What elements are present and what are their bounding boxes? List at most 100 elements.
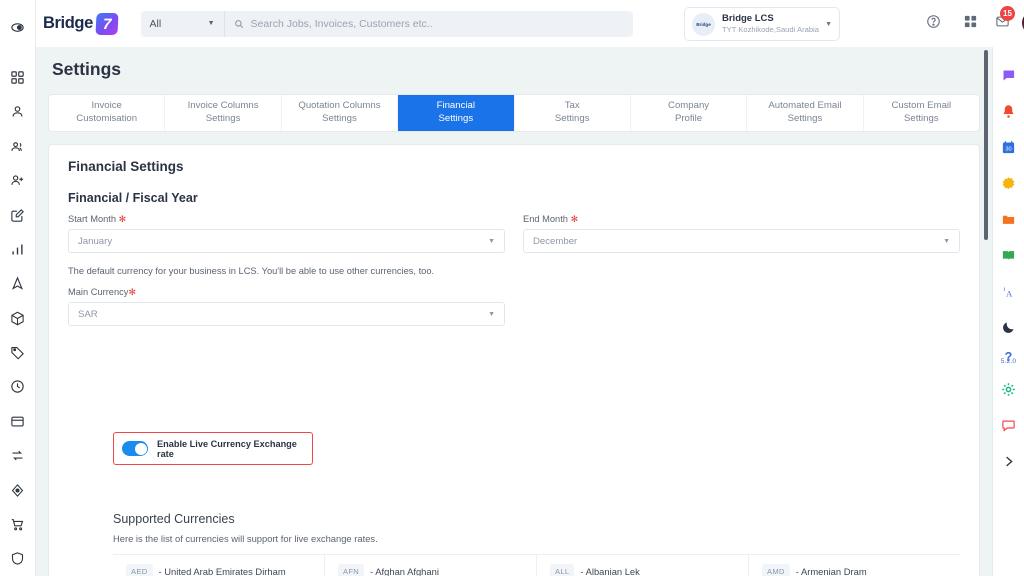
organization-text: Bridge LCS TYT Kozhikode,Saudi Arabia: [722, 13, 825, 35]
fiscal-year-fields: Start Month ✻ January ▼ End Month ✻ Dece…: [68, 214, 960, 253]
currency-name: - Albanian Lek: [580, 565, 640, 576]
card-icon[interactable]: [0, 404, 36, 438]
bar-chart-icon[interactable]: [0, 232, 36, 266]
currency-code: AMD: [762, 564, 790, 576]
tab-financial-settings[interactable]: Financial Settings: [398, 95, 515, 131]
svg-text:30: 30: [1005, 146, 1011, 152]
start-month-select[interactable]: January ▼: [68, 229, 505, 253]
currency-code: AED: [126, 564, 153, 576]
dark-mode-moon-icon[interactable]: [993, 309, 1024, 345]
app-version-label: 5.2.0: [1000, 358, 1017, 365]
main-currency-field: Main Currency✻ SAR ▼: [68, 287, 505, 326]
dashboard-grid-icon[interactable]: [0, 60, 36, 94]
financial-settings-card: Financial Settings Financial / Fiscal Ye…: [48, 144, 980, 576]
search-input-wrapper[interactable]: Search Jobs, Invoices, Customers etc..: [225, 18, 633, 30]
end-month-label-text: End Month: [523, 214, 568, 224]
brand-logo[interactable]: Bridge 7 LCS: [43, 12, 119, 35]
tab-custom-email-settings[interactable]: Custom Email Settings: [864, 95, 979, 131]
start-month-label-text: Start Month: [68, 214, 117, 224]
tab-label-line2: Settings: [903, 113, 939, 124]
end-month-select[interactable]: December ▼: [523, 229, 960, 253]
user-icon[interactable]: [0, 95, 36, 129]
tab-label-line2: Settings: [554, 113, 590, 124]
eye-toggle-icon[interactable]: [0, 10, 36, 44]
chat-bubble-icon[interactable]: [993, 57, 1024, 93]
settings-gear-icon[interactable]: [993, 371, 1024, 407]
currency-name: - United Arab Emirates Dirham: [158, 565, 286, 576]
tab-label-line1: Invoice: [91, 100, 122, 112]
book-icon[interactable]: [993, 237, 1024, 273]
tab-invoice-customisation[interactable]: Invoice Customisation: [49, 95, 166, 131]
table-row: AED - United Arab Emirates Dirham AFN - Afg…: [113, 555, 960, 576]
chevron-down-icon: ▼: [943, 237, 950, 245]
collapse-chevron-icon[interactable]: [993, 443, 1024, 479]
grid-apps-icon[interactable]: [963, 14, 978, 29]
chevron-down-icon: ▼: [207, 20, 215, 27]
required-marker: ✻: [118, 214, 127, 224]
supported-currencies-title: Supported Currencies: [113, 512, 235, 526]
transfer-icon[interactable]: [0, 439, 36, 473]
end-month-value: December: [533, 235, 578, 247]
tab-label-line1: Custom Email: [891, 100, 952, 112]
fiscal-year-section-title: Financial / Fiscal Year: [68, 191, 198, 205]
end-month-label: End Month ✻: [523, 214, 960, 225]
cube-node-icon[interactable]: [0, 473, 36, 507]
live-exchange-toggle-label: Enable Live Currency Exchange rate: [157, 438, 297, 459]
currency-cell[interactable]: AMD - Armenian Dram: [749, 555, 960, 576]
supported-currencies-hint: Here is the list of currencies will supp…: [113, 533, 378, 544]
search-scope-select[interactable]: All ▼: [141, 10, 225, 37]
currency-cell[interactable]: AED - United Arab Emirates Dirham: [113, 555, 325, 576]
search-placeholder: Search Jobs, Invoices, Customers etc..: [250, 17, 433, 30]
tab-quotation-columns-settings[interactable]: Quotation Columns Settings: [282, 95, 399, 131]
chevron-down-icon: ▼: [488, 237, 495, 245]
main-currency-label-text: Main Currency: [68, 287, 129, 297]
toggle-knob: [134, 442, 147, 455]
add-user-icon[interactable]: [0, 164, 36, 198]
start-month-value: January: [78, 235, 113, 247]
folder-icon[interactable]: [993, 201, 1024, 237]
main-currency-select[interactable]: SAR ▼: [68, 302, 505, 326]
shield-icon[interactable]: [0, 542, 36, 576]
tab-label-line2: Profile: [674, 113, 703, 124]
start-month-field: Start Month ✻ January ▼: [68, 214, 505, 253]
help-circle-icon[interactable]: [926, 14, 941, 29]
mail-unread-badge: 15: [1000, 6, 1015, 21]
calendar-30-icon[interactable]: 30: [993, 129, 1024, 165]
currency-name: - Armenian Dram: [795, 565, 867, 576]
tab-invoice-columns-settings[interactable]: Invoice Columns Settings: [165, 95, 282, 131]
tab-tax-settings[interactable]: Tax Settings: [515, 95, 631, 131]
feedback-bubble-icon[interactable]: [993, 407, 1024, 443]
tab-label-line2: Settings: [205, 113, 241, 124]
currency-cell[interactable]: ALL - Albanian Lek: [537, 555, 749, 576]
brand-name: Bridge: [43, 14, 93, 32]
box-3d-icon[interactable]: [0, 301, 36, 335]
bell-icon[interactable]: [993, 93, 1024, 129]
chevron-down-icon: ▼: [488, 310, 495, 318]
brand-mark-icon: 7: [95, 12, 119, 35]
tab-company-profile[interactable]: Company Profile: [631, 95, 748, 131]
organization-selector[interactable]: Bridge Bridge LCS TYT Kozhikode,Saudi Ar…: [684, 7, 840, 41]
tag-icon[interactable]: [0, 335, 36, 369]
tab-label-line2: Settings: [787, 113, 823, 124]
live-exchange-toggle[interactable]: [122, 441, 148, 456]
tab-label-line2: Settings: [438, 113, 474, 124]
sun-burst-icon[interactable]: [993, 165, 1024, 201]
font-size-icon[interactable]: iA: [993, 273, 1024, 309]
search-scope-value: All: [149, 17, 162, 30]
edit-square-icon[interactable]: [0, 198, 36, 232]
tab-automated-email-settings[interactable]: Automated Email Settings: [747, 95, 864, 131]
card-title: Financial Settings: [68, 159, 184, 174]
tab-label-line1: Automated Email: [768, 100, 842, 112]
live-exchange-toggle-highlight: Enable Live Currency Exchange rate: [113, 432, 313, 465]
chevron-down-icon: ▼: [825, 20, 832, 28]
vertical-scrollbar[interactable]: [984, 50, 988, 240]
page-content: Settings Invoice Customisation Invoice C…: [36, 47, 992, 576]
organization-name: Bridge LCS: [722, 12, 774, 24]
navigation-icon[interactable]: [0, 267, 36, 301]
clock-icon[interactable]: [0, 370, 36, 404]
page-title: Settings: [52, 59, 122, 79]
users-group-icon[interactable]: [0, 129, 36, 163]
currency-code: AFN: [338, 564, 365, 576]
cart-icon[interactable]: [0, 507, 36, 541]
currency-cell[interactable]: AFN - Afghan Afghani: [325, 555, 537, 576]
